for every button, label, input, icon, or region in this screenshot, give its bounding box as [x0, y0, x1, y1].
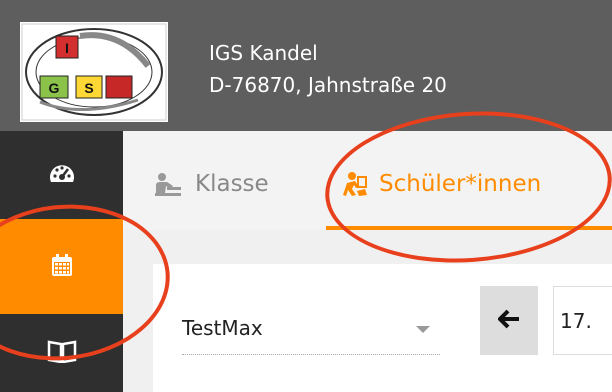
tab-klasse[interactable]: Klasse [153, 164, 269, 204]
date-field[interactable]: 17. [553, 286, 612, 355]
school-name: IGS Kandel [209, 41, 318, 65]
calendar-icon [51, 253, 73, 281]
school-address: D-76870, Jahnstraße 20 [209, 73, 447, 97]
chevron-down-icon [416, 326, 430, 333]
top-header: I G S IGS Kandel D-76870, Jahnstraße 20 [0, 0, 612, 131]
sidebar [0, 131, 123, 392]
date-value: 17. [560, 309, 592, 333]
student-select-value: TestMax [182, 316, 263, 340]
svg-text:S: S [84, 80, 93, 96]
tab-bar: Klasse Schüler*innen [123, 131, 612, 230]
tab-klasse-label: Klasse [195, 171, 269, 197]
students-icon [343, 171, 367, 197]
student-select[interactable]: TestMax [182, 306, 440, 355]
previous-date-button[interactable] [480, 286, 538, 355]
active-tab-indicator [326, 226, 612, 230]
tab-schueler-innen[interactable]: Schüler*innen [343, 164, 541, 204]
sidebar-item-dashboard[interactable] [0, 131, 123, 219]
sidebar-item-calendar[interactable] [0, 219, 123, 314]
book-icon [47, 339, 77, 367]
sidebar-item-book[interactable] [0, 314, 123, 392]
dashboard-icon [48, 160, 76, 190]
svg-text:I: I [65, 40, 69, 56]
svg-text:G: G [49, 80, 60, 96]
school-logo[interactable]: I G S [20, 22, 168, 122]
class-icon [153, 171, 183, 197]
tab-schueler-innen-label: Schüler*innen [379, 171, 542, 197]
arrow-left-icon [497, 309, 520, 333]
